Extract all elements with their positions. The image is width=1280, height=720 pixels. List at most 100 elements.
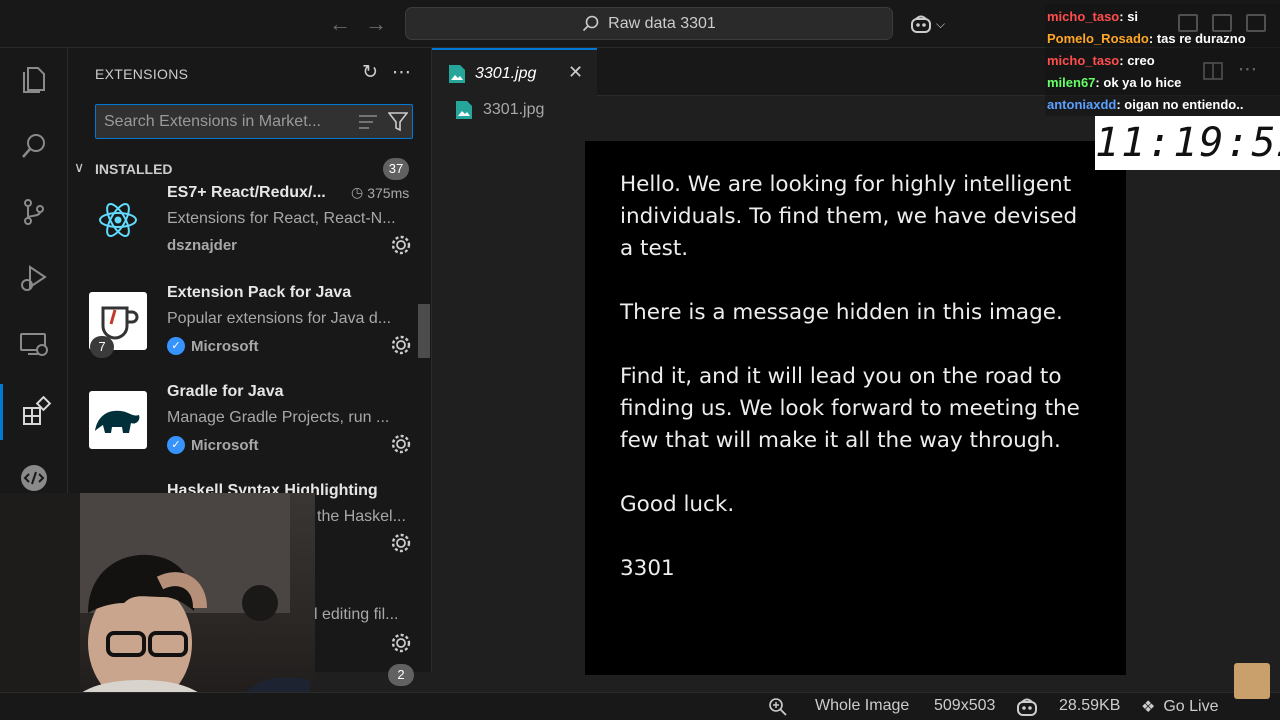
webcam-overlay bbox=[0, 493, 315, 720]
gear-icon[interactable] bbox=[390, 433, 412, 455]
chat-text: si bbox=[1127, 9, 1139, 24]
zoom-level[interactable]: Whole Image bbox=[815, 697, 909, 715]
command-center-label: Raw data 3301 bbox=[608, 14, 716, 32]
copilot-menu[interactable]: ⌵ bbox=[910, 12, 952, 36]
close-icon[interactable]: ✕ bbox=[568, 62, 583, 83]
extensions-icon bbox=[22, 396, 51, 425]
chat-user: antoniaxdd bbox=[1047, 97, 1117, 112]
clear-filter-icon[interactable] bbox=[358, 113, 378, 131]
verified-icon: ✓ bbox=[167, 337, 185, 355]
history-icon: ◷ bbox=[351, 184, 364, 200]
code-icon bbox=[21, 465, 47, 491]
zoom-in-icon[interactable] bbox=[768, 697, 788, 717]
file-size: 28.59KB bbox=[1059, 697, 1121, 714]
extension-description: l editing fil... bbox=[314, 606, 399, 623]
more-actions-icon[interactable]: ⋯ bbox=[392, 61, 411, 84]
source-control-icon bbox=[24, 199, 44, 225]
chat-text: oigan no entiendo.. bbox=[1124, 97, 1244, 112]
back-arrow-icon[interactable]: ← bbox=[328, 12, 352, 36]
breadcrumb-file: 3301.jpg bbox=[483, 101, 545, 118]
gradle-icon bbox=[89, 391, 147, 449]
run-debug-button[interactable] bbox=[0, 250, 68, 306]
chat-text: creo bbox=[1127, 53, 1155, 68]
chat-message: Pomelo_Rosado: tas re durazno bbox=[1047, 31, 1246, 46]
image-message-text: Hello. We are looking for highly intelli… bbox=[620, 172, 1080, 581]
extension-item[interactable]: 7 Extension Pack for Java Popular extens… bbox=[68, 284, 418, 384]
streamer-webcam-image bbox=[0, 493, 310, 720]
extension-item[interactable]: ES7+ React/Redux/... ◷ 375ms Extensions f… bbox=[68, 184, 418, 284]
chat-message: milen67: ok ya lo hice bbox=[1047, 75, 1182, 90]
breadcrumb[interactable]: 3301.jpg bbox=[455, 100, 544, 120]
search-icon bbox=[583, 15, 599, 31]
files-icon bbox=[23, 67, 45, 93]
search-button[interactable] bbox=[0, 118, 68, 174]
status-bar: Whole Image 509x503 28.59KB ❖ Go Live bbox=[0, 692, 1280, 720]
chat-user: micho_taso bbox=[1047, 9, 1120, 24]
chat-text: ok ya lo hice bbox=[1103, 75, 1182, 90]
forward-arrow-icon[interactable]: → bbox=[364, 12, 388, 36]
chat-user: Pomelo_Rosado bbox=[1047, 31, 1149, 46]
installed-label: INSTALLED bbox=[95, 161, 173, 177]
react-icon bbox=[99, 203, 137, 237]
extension-name: ES7+ React/Redux/... bbox=[167, 184, 326, 201]
chevron-down-icon: ∨ bbox=[74, 159, 85, 175]
extension-description: Extensions for React, React-N... bbox=[167, 210, 396, 227]
go-live-label: Go Live bbox=[1163, 698, 1219, 715]
extension-description: Manage Gradle Projects, run ... bbox=[167, 409, 390, 426]
chat-message: micho_taso: creo bbox=[1047, 53, 1155, 68]
run-debug-icon bbox=[21, 265, 47, 291]
installed-section-header[interactable]: ∨ INSTALLED 37 bbox=[68, 156, 432, 182]
chat-message: antoniaxdd: oigan no entiendo.. bbox=[1047, 97, 1244, 112]
extension-publisher: dsznajder bbox=[167, 237, 238, 254]
tab-3301-jpg[interactable]: 3301.jpg ✕ bbox=[432, 48, 597, 96]
stream-clock: 11:19:52 bbox=[1095, 116, 1280, 170]
image-file-icon bbox=[449, 65, 465, 83]
recommended-count-badge: 2 bbox=[388, 664, 414, 686]
source-control-button[interactable] bbox=[0, 184, 68, 240]
extension-item[interactable]: Gradle for Java Manage Gradle Projects, … bbox=[68, 383, 418, 483]
remote-explorer-icon bbox=[20, 333, 48, 356]
gear-icon[interactable] bbox=[390, 632, 412, 654]
broadcast-icon: ❖ bbox=[1141, 699, 1156, 716]
chat-message: micho_taso: si bbox=[1047, 9, 1139, 24]
filter-icon[interactable] bbox=[388, 111, 408, 133]
gear-icon[interactable] bbox=[390, 234, 412, 256]
extensions-button[interactable] bbox=[0, 384, 68, 440]
extensions-search-input[interactable] bbox=[104, 111, 344, 133]
chat-user: micho_taso bbox=[1047, 53, 1120, 68]
extensions-search-box bbox=[95, 104, 413, 139]
vscode-window: ← → Raw data 3301 ⌵ EXTENSIONS ↻ ⋯ Searc… bbox=[0, 0, 1280, 720]
chat-text: tas re durazno bbox=[1156, 31, 1246, 46]
image-file-icon bbox=[456, 101, 472, 119]
gear-icon[interactable] bbox=[390, 532, 412, 554]
extension-publisher: ✓ Microsoft bbox=[167, 337, 259, 355]
activation-time: ◷ 375ms bbox=[351, 184, 410, 201]
verified-icon: ✓ bbox=[167, 436, 185, 454]
extension-publisher: ✓ Microsoft bbox=[167, 436, 259, 454]
streamer-avatar bbox=[1234, 663, 1270, 699]
extension-description: the Haskel... bbox=[317, 508, 406, 525]
refresh-icon[interactable]: ↻ bbox=[362, 61, 378, 84]
extension-name: Extension Pack for Java bbox=[167, 284, 352, 301]
sidebar-scrollbar[interactable] bbox=[418, 304, 430, 358]
sidebar-actions: ↻ ⋯ bbox=[362, 61, 411, 84]
extension-name: Gradle for Java bbox=[167, 383, 284, 400]
tab-label: 3301.jpg bbox=[475, 65, 537, 82]
copilot-status-icon[interactable] bbox=[1016, 697, 1038, 717]
explorer-button[interactable] bbox=[0, 52, 68, 108]
search-icon bbox=[22, 134, 45, 158]
chat-user: milen67 bbox=[1047, 75, 1096, 90]
go-live-button[interactable]: ❖ Go Live bbox=[1141, 697, 1218, 717]
stream-chat-overlay: micho_taso: si Pomelo_Rosado: tas re dur… bbox=[1045, 4, 1280, 116]
copilot-icon bbox=[911, 15, 931, 33]
remote-explorer-button[interactable] bbox=[0, 316, 68, 372]
pack-count-badge: 7 bbox=[90, 336, 114, 358]
installed-count-badge: 37 bbox=[383, 158, 409, 180]
command-center[interactable]: Raw data 3301 bbox=[405, 7, 893, 40]
sidebar-title: EXTENSIONS bbox=[95, 66, 189, 82]
image-preview: Hello. We are looking for highly intelli… bbox=[585, 141, 1126, 675]
extension-description: Popular extensions for Java d... bbox=[167, 310, 392, 327]
image-dimensions: 509x503 bbox=[934, 697, 996, 714]
chevron-down-icon: ⌵ bbox=[936, 16, 946, 31]
gear-icon[interactable] bbox=[390, 334, 412, 356]
